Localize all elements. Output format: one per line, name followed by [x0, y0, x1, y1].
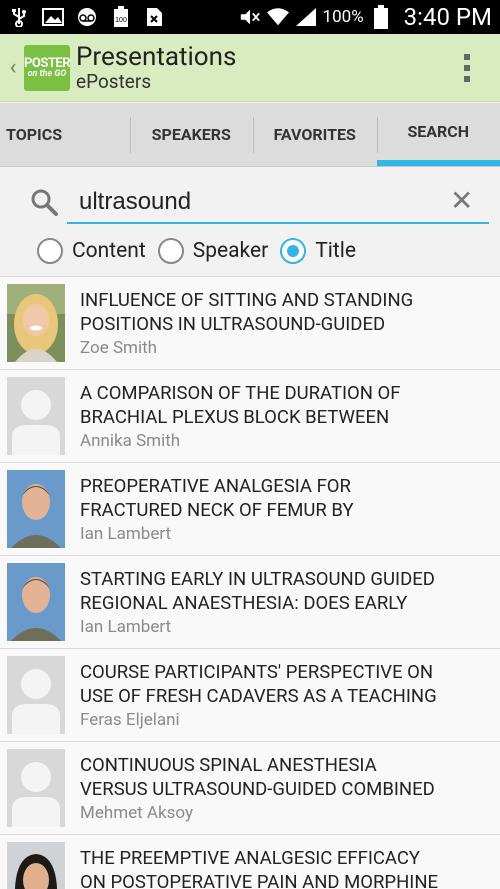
clear-icon[interactable]: ✕ — [450, 186, 473, 216]
radio-label: Speaker — [192, 239, 269, 263]
avatar-placeholder-icon — [7, 377, 65, 455]
list-item[interactable]: STARTING EARLY IN ULTRASOUND GUIDED REGI… — [0, 556, 500, 649]
radio-button[interactable] — [157, 238, 184, 264]
item-title: PREOPERATIVE ANALGESIA FOR — [80, 475, 351, 497]
battery-full-icon: 100 — [110, 6, 132, 27]
item-speaker: Annika Smith — [80, 431, 181, 451]
list-item[interactable]: CONTINUOUS SPINAL ANESTHESIA VERSUS ULTR… — [0, 742, 500, 835]
usb-icon — [8, 7, 30, 27]
avatar-placeholder-icon — [7, 656, 65, 734]
tab-label: TOPICS — [6, 125, 63, 144]
clock: 3:40 PM — [403, 3, 492, 31]
item-title: ON POSTOPERATIVE PAIN AND MORPHINE — [80, 871, 439, 889]
image-icon — [42, 7, 64, 27]
list-item[interactable]: INFLUENCE OF SITTING AND STANDING POSITI… — [0, 277, 500, 370]
wifi-icon — [266, 7, 289, 27]
voicemail-icon — [76, 7, 98, 27]
status-bar: 100 100% 3:40 PM — [0, 0, 500, 34]
svg-text:100: 100 — [115, 17, 127, 24]
radio-content[interactable]: Content — [37, 238, 146, 264]
avatar-placeholder-icon — [7, 749, 65, 827]
battery-icon — [370, 5, 392, 29]
tab-label: SPEAKERS — [151, 125, 231, 144]
logo-text-primary: POSTER — [23, 55, 71, 71]
tab-search[interactable]: SEARCH — [376, 103, 500, 166]
tab-favorites[interactable]: FAVORITES — [253, 103, 377, 166]
item-title: CONTINUOUS SPINAL ANESTHESIA — [80, 754, 377, 776]
app-logo[interactable]: POSTER on the GO — [23, 44, 71, 91]
radio-speaker[interactable]: Speaker — [157, 238, 269, 264]
avatar — [7, 470, 65, 548]
list-item[interactable]: A COMPARISON OF THE DURATION OF BRACHIAL… — [0, 370, 500, 463]
action-bar-titles: Presentations ePosters — [76, 43, 236, 93]
tab-label: FAVORITES — [273, 125, 356, 144]
search-input[interactable] — [67, 182, 489, 224]
status-bar-system: 100% 3:40 PM — [239, 3, 492, 31]
item-speaker: Ian Lambert — [80, 524, 172, 544]
page-title: Presentations — [76, 41, 237, 72]
item-title: STARTING EARLY IN ULTRASOUND GUIDED — [80, 568, 435, 590]
item-speaker: Ian Lambert — [80, 617, 172, 637]
action-bar: ‹ POSTER on the GO Presentations ePoster… — [0, 34, 500, 102]
item-speaker: Feras Eljelani — [80, 710, 180, 730]
radio-button[interactable] — [37, 238, 63, 264]
results-list: INFLUENCE OF SITTING AND STANDING POSITI… — [0, 276, 500, 889]
item-title: BRACHIAL PLEXUS BLOCK BETWEEN — [80, 406, 390, 428]
document-icon — [144, 7, 166, 27]
page-subtitle: ePosters — [76, 69, 152, 93]
radio-label: Title — [315, 239, 356, 263]
list-item[interactable]: COURSE PARTICIPANTS' PERSPECTIVE ON USE … — [0, 649, 500, 742]
radio-label: Content — [72, 239, 146, 263]
avatar — [7, 284, 65, 362]
item-title: USE OF FRESH CADAVERS AS A TEACHING — [80, 685, 437, 707]
tab-label: SEARCH — [407, 122, 470, 141]
battery-percentage: 100% — [322, 7, 364, 27]
list-item[interactable]: THE PREEMPTIVE ANALGESIC EFFICACY ON POS… — [0, 835, 500, 889]
item-title: A COMPARISON OF THE DURATION OF — [80, 382, 401, 404]
tab-speakers[interactable]: SPEAKERS — [129, 103, 254, 166]
tab-topics[interactable]: TOPICS — [0, 103, 130, 166]
search-icon — [30, 188, 58, 220]
item-speaker: Zoe Smith — [80, 338, 157, 358]
item-title: COURSE PARTICIPANTS' PERSPECTIVE ON — [80, 661, 434, 683]
overflow-menu-icon[interactable] — [464, 53, 470, 82]
avatar — [7, 563, 65, 641]
item-title: REGIONAL ANAESTHESIA: DOES EARLY — [80, 592, 408, 614]
list-item[interactable]: PREOPERATIVE ANALGESIA FOR FRACTURED NEC… — [0, 463, 500, 556]
tab-bar: TOPICS SPEAKERS FAVORITES SEARCH — [0, 103, 500, 167]
radio-button-checked[interactable] — [280, 238, 307, 264]
item-speaker: Mehmet Aksoy — [80, 803, 194, 823]
item-title: THE PREEMPTIVE ANALGESIC EFFICACY — [80, 847, 421, 869]
status-bar-notifications: 100 — [8, 6, 166, 27]
mute-icon — [239, 7, 261, 27]
item-title: FRACTURED NECK OF FEMUR BY — [80, 499, 354, 521]
item-title: VERSUS ULTRASOUND-GUIDED COMBINED — [80, 778, 435, 800]
search-scope-options: Content Speaker Title — [37, 238, 368, 264]
avatar — [7, 842, 65, 889]
signal-icon — [295, 7, 317, 27]
logo-text-secondary: on the GO — [27, 68, 67, 79]
search-panel: ✕ Content Speaker Title — [0, 168, 500, 276]
chevron-left-icon[interactable]: ‹ — [2, 55, 24, 80]
item-title: INFLUENCE OF SITTING AND STANDING — [80, 289, 414, 311]
item-title: POSITIONS IN ULTRASOUND-GUIDED — [80, 313, 386, 335]
radio-title[interactable]: Title — [280, 238, 356, 264]
